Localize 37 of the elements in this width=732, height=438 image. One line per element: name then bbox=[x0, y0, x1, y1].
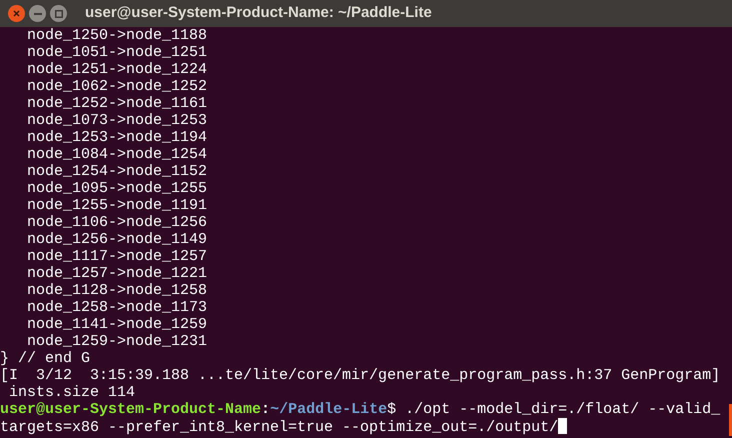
terminal-output-line: } // end G bbox=[0, 350, 92, 367]
terminal-output-line: node_1250->node_1188 bbox=[26, 27, 208, 44]
terminal-output-line: node_1084->node_1254 bbox=[26, 146, 208, 163]
minimize-button[interactable] bbox=[29, 5, 46, 22]
prompt-path: ~/Paddle-Lite bbox=[270, 401, 388, 418]
terminal-output-line: node_1062->node_1252 bbox=[26, 78, 208, 95]
terminal-output-line: node_1251->node_1224 bbox=[26, 61, 208, 78]
window-title: user@user-System-Product-Name: ~/Paddle-Lite bbox=[85, 3, 432, 24]
close-button[interactable] bbox=[8, 5, 25, 22]
terminal-output-line: [I 3/12 3:15:39.188 ...te/lite/core/mir/generate_program_pass.h:37 GenProgram] bbox=[0, 367, 722, 384]
terminal-output-line: node_1255->node_1191 bbox=[26, 197, 208, 214]
terminal-output-line: node_1051->node_1251 bbox=[26, 44, 208, 61]
maximize-button[interactable] bbox=[50, 5, 67, 22]
maximize-icon bbox=[54, 10, 62, 18]
terminal-output-line: node_1106->node_1256 bbox=[26, 214, 208, 231]
scrollbar-thumb[interactable] bbox=[729, 404, 732, 436]
terminal-output-line: node_1256->node_1149 bbox=[26, 231, 208, 248]
terminal-output-line: node_1095->node_1255 bbox=[26, 180, 208, 197]
command-text: targets=x86 --prefer_int8_kernel=true --optimize_out=./output/ bbox=[0, 419, 558, 436]
close-icon bbox=[13, 10, 20, 17]
terminal-output-line: node_1257->node_1221 bbox=[26, 265, 208, 282]
terminal-output-line: node_1252->node_1161 bbox=[26, 95, 208, 112]
prompt-separator: : bbox=[261, 401, 270, 418]
prompt-symbol: $ bbox=[387, 401, 396, 418]
terminal-output-line: node_1254->node_1152 bbox=[26, 163, 208, 180]
terminal-output-line: node_1141->node_1259 bbox=[26, 316, 208, 333]
terminal-output-line: node_1128->node_1258 bbox=[26, 282, 208, 299]
command-text: ./opt --model_dir=./float/ --valid_ bbox=[404, 401, 720, 418]
minimize-icon bbox=[34, 12, 42, 14]
text-cursor bbox=[558, 418, 568, 434]
terminal-output-line: node_1117->node_1257 bbox=[26, 248, 208, 265]
terminal-output-line: node_1073->node_1253 bbox=[26, 112, 208, 129]
terminal-output-line: node_1259->node_1231 bbox=[26, 333, 208, 350]
prompt-user-host: user@user-System-Product-Name bbox=[0, 401, 262, 418]
terminal-output-line: insts.size 114 bbox=[8, 384, 136, 401]
terminal-output-line: node_1258->node_1173 bbox=[26, 299, 208, 316]
terminal-output-line: node_1253->node_1194 bbox=[26, 129, 208, 146]
